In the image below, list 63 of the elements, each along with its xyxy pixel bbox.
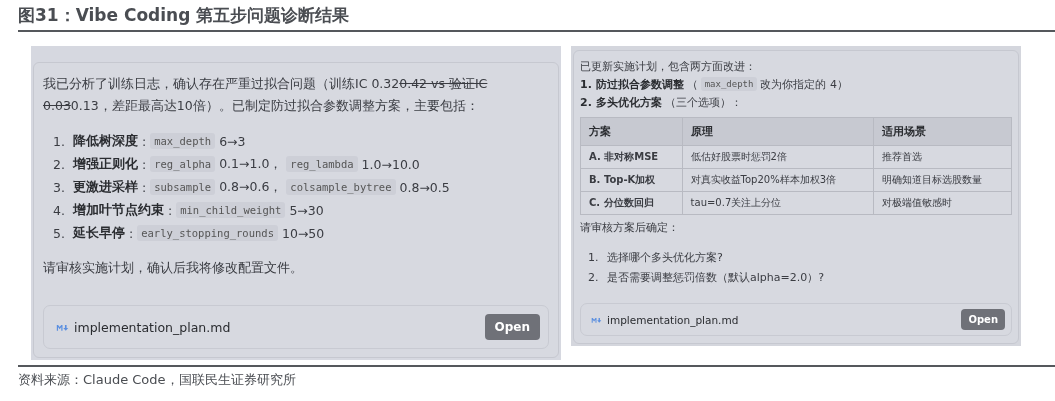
item-text: 0.8→0.6， bbox=[219, 178, 283, 196]
item-text: 1.0→10.0 bbox=[361, 156, 420, 172]
item-label: 降低树深度 bbox=[73, 132, 138, 150]
item-label: 增强正则化 bbox=[73, 155, 138, 173]
item-text: : bbox=[168, 202, 173, 218]
table-cell: 低估好股票时惩罚2倍 bbox=[682, 145, 874, 169]
column-header: 方案 bbox=[580, 117, 683, 146]
closing-text: 请审核实施计划，确认后我将修改配置文件。 bbox=[43, 259, 304, 277]
list-number: 2. bbox=[588, 270, 600, 284]
item-text: 是否需要调整惩罚倍数（默认alpha=2.0）? bbox=[607, 269, 825, 285]
table-cell: 对真实收益Top20%样本加权3倍 bbox=[682, 168, 874, 192]
item-label: 延长早停 bbox=[73, 224, 125, 242]
table-cell: B. Top-K加权 bbox=[580, 168, 683, 192]
item-label: 增加叶节点约束 bbox=[73, 201, 164, 219]
item-label: 1. 防过拟合参数调整 bbox=[580, 76, 684, 92]
code-chip: max_depth bbox=[700, 77, 758, 91]
figure-title: 图31：Vibe Coding 第五步问题诊断结果 bbox=[18, 0, 1055, 32]
code-chip: reg_alpha bbox=[150, 156, 216, 172]
list-number: 3. bbox=[53, 179, 66, 195]
table-cell: 推荐首选 bbox=[873, 145, 1012, 169]
item-text: 改为你指定的 4） bbox=[760, 76, 848, 92]
markdown-icon bbox=[56, 323, 69, 331]
item-text: 10→50 bbox=[282, 225, 325, 241]
table-cell: C. 分位数回归 bbox=[580, 191, 683, 215]
list-number: 4. bbox=[53, 202, 66, 218]
item-text: : bbox=[142, 179, 147, 195]
intro-text: 已更新实施计划，包含两方面改进： bbox=[580, 59, 757, 75]
intro-paragraph: 我已分析了训练日志，确认存在严重过拟合问题（训练IC 0.320.42 vs 验证IC 0.030.13，差距最高达10倍）。已制定防过拟合参数调整方案，主要包括： bbox=[43, 75, 489, 115]
markdown-icon bbox=[591, 316, 602, 323]
code-chip: early_stopping_rounds bbox=[137, 225, 278, 241]
file-name: implementation_plan.md bbox=[607, 313, 739, 326]
code-chip: colsample_bytree bbox=[286, 179, 396, 195]
item-label: 更激进采样 bbox=[73, 178, 138, 196]
list-number: 5. bbox=[53, 225, 66, 241]
item-text: 选择哪个多头优化方案? bbox=[607, 249, 723, 265]
source-note: 资料来源：Claude Code，国联民生证券研究所 bbox=[18, 365, 1055, 389]
table-cell: A. 非对称MSE bbox=[580, 145, 683, 169]
item-text: （三个选项）： bbox=[664, 94, 742, 110]
table-cell: 对极端值敏感时 bbox=[873, 191, 1012, 215]
open-button[interactable]: Open bbox=[961, 309, 1005, 330]
item-label: 2. 多头优化方案 bbox=[580, 94, 662, 110]
list-number: 1. bbox=[53, 133, 66, 149]
table-cell: tau=0.7关注上分位 bbox=[682, 191, 874, 215]
code-chip: reg_lambda bbox=[286, 156, 358, 172]
question-text: 请审核方案后确定： bbox=[580, 220, 680, 236]
column-header: 适用场景 bbox=[873, 117, 1012, 146]
item-text: : bbox=[142, 156, 147, 172]
item-text: 0.8→0.5 bbox=[399, 179, 450, 195]
column-header: 原理 bbox=[682, 117, 874, 146]
code-chip: max_depth bbox=[150, 133, 216, 149]
list-number: 1. bbox=[588, 250, 600, 264]
file-name: implementation_plan.md bbox=[74, 319, 231, 335]
open-button[interactable]: Open bbox=[484, 314, 540, 340]
code-chip: subsample bbox=[150, 179, 216, 195]
item-text: : bbox=[129, 225, 134, 241]
table-cell: 明确知道目标选股数量 bbox=[873, 168, 1012, 192]
list-number: 2. bbox=[53, 156, 66, 172]
item-text: （ bbox=[686, 76, 698, 92]
item-text: 5→30 bbox=[289, 202, 324, 218]
code-chip: min_child_weight bbox=[176, 202, 286, 218]
item-text: 6→3 bbox=[219, 133, 246, 149]
item-text: 0.1→1.0， bbox=[219, 155, 283, 173]
item-text: : bbox=[142, 133, 147, 149]
